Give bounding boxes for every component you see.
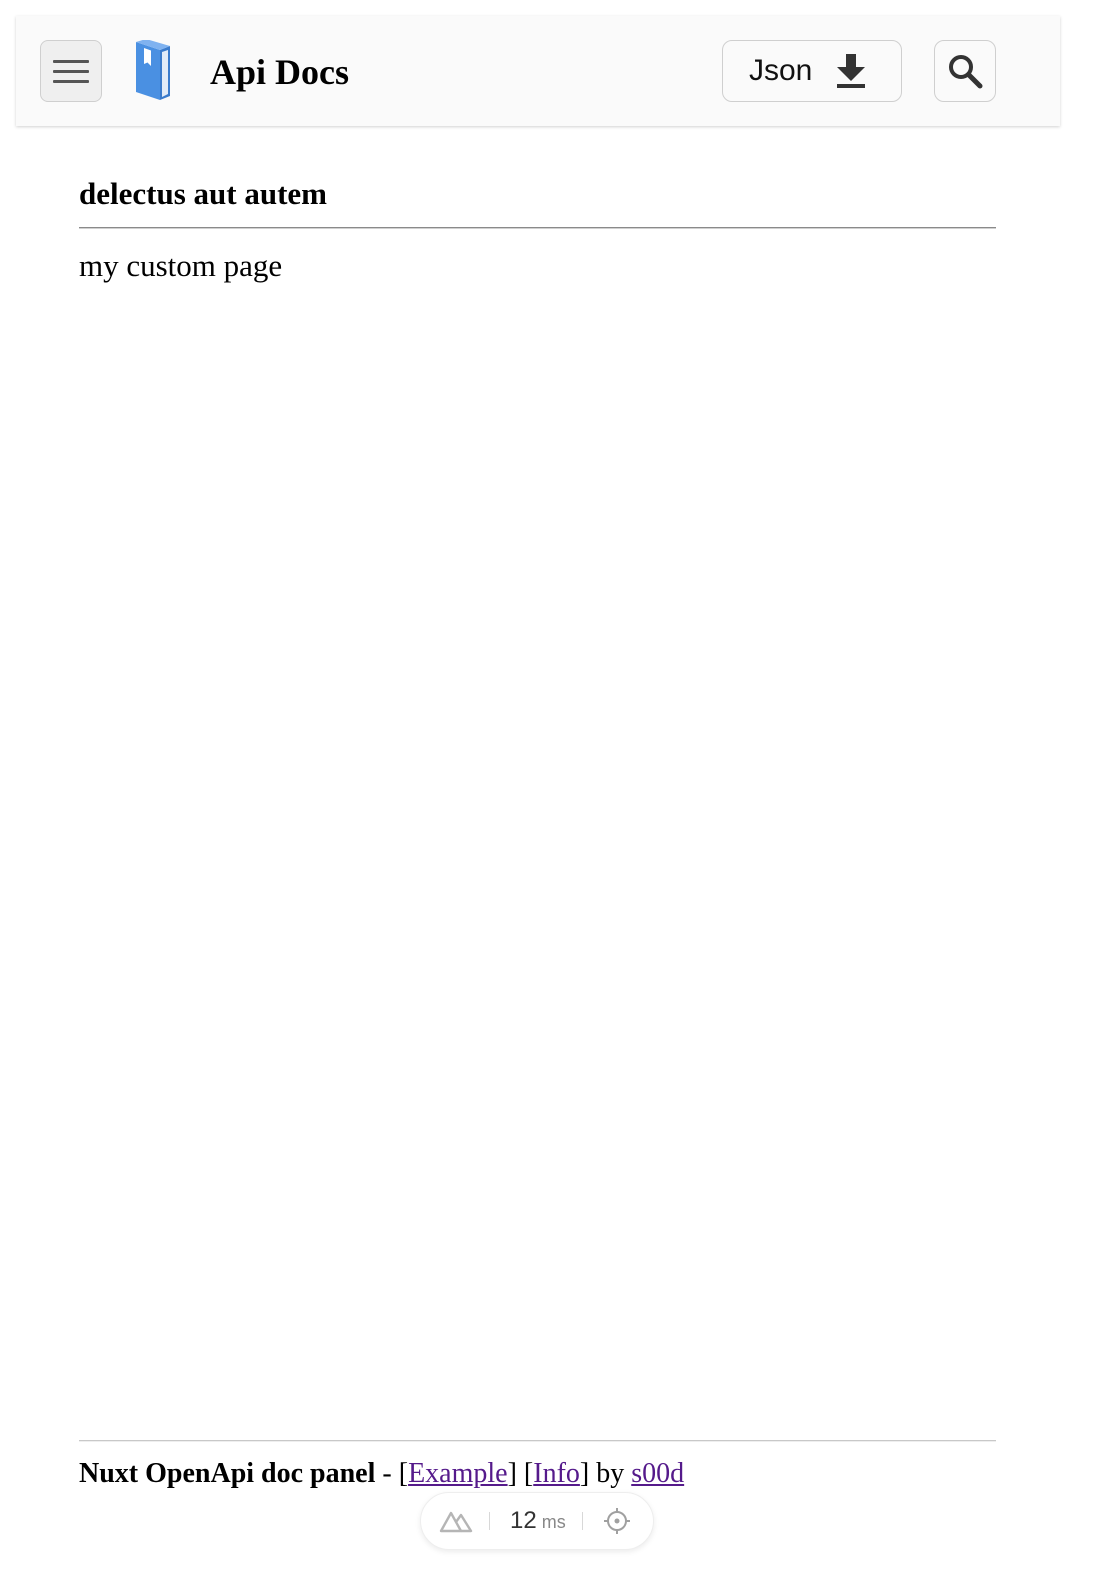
footer-title: Nuxt OpenApi doc panel (79, 1458, 376, 1489)
page: Api Docs Json delectus aut autem my cust… (0, 0, 1094, 1596)
page-body-text: my custom page (79, 248, 283, 283)
heading-divider (79, 227, 996, 229)
menu-button[interactable] (40, 40, 102, 102)
json-button-label: Json (749, 54, 813, 87)
download-icon (837, 54, 866, 88)
json-download-button[interactable]: Json (722, 40, 902, 102)
render-time: 12 ms (510, 1507, 566, 1534)
example-link[interactable]: Example (408, 1458, 508, 1489)
info-link[interactable]: Info (533, 1458, 580, 1489)
app-title: Api Docs (210, 52, 350, 92)
author-link[interactable]: s00d (631, 1458, 684, 1489)
page-heading: delectus aut autem (79, 176, 327, 211)
footer: Nuxt OpenApi doc panel - [Example] [Info… (79, 1458, 685, 1489)
hamburger-menu-icon (53, 59, 89, 63)
search-icon (949, 55, 983, 89)
book-icon (136, 40, 170, 100)
top-bar: Api Docs Json (16, 16, 1060, 126)
search-button[interactable] (934, 40, 996, 102)
footer-divider (79, 1440, 996, 1442)
nuxt-logo-icon (439, 1511, 473, 1533)
nuxt-dev-badge[interactable]: 12 ms (420, 1492, 654, 1550)
crosshair-icon[interactable] (603, 1507, 631, 1535)
